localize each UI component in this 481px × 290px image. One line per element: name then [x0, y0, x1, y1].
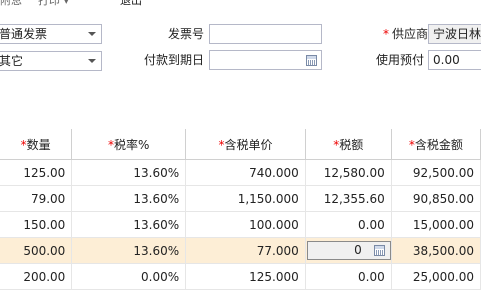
table-row[interactable]: 150.00 13.60% 100.000 0.00 15,000.00 [0, 211, 481, 238]
chevron-down-icon [88, 32, 96, 36]
tax-cell-editor[interactable]: 0 [306, 241, 391, 260]
calendar-icon[interactable] [373, 245, 385, 256]
cell-amount[interactable]: 92,500.00 [391, 159, 481, 186]
cell-price[interactable]: 125.000 [185, 263, 306, 290]
cell-tax[interactable]: 12,580.00 [305, 159, 392, 186]
table-header-row: *数量 *税率% *含税单价 *税额 *含税金额 [0, 129, 481, 160]
cell-qty[interactable]: 500.00 [0, 237, 73, 264]
other-value: 其它 [0, 54, 24, 68]
tax-editor-value: 0 [354, 243, 362, 257]
chevron-down-icon [88, 59, 96, 63]
table-row-selected[interactable]: 500.00 13.60% 77.000 0 38,500.00 [0, 237, 481, 264]
invoice-type-select[interactable]: 普通发票 [0, 24, 102, 44]
cell-price[interactable]: 1,150.000 [185, 185, 306, 212]
column-header-tax[interactable]: *税额 [305, 129, 392, 160]
prepay-label: 使用预付 [376, 53, 425, 67]
supplier-input[interactable]: 宁波日林 [428, 24, 481, 44]
prepay-input[interactable]: 0.00 [428, 50, 481, 70]
cell-tax[interactable]: 0.00 [305, 263, 392, 290]
cell-price[interactable]: 740.000 [185, 159, 306, 186]
column-header-rate[interactable]: *税率% [71, 129, 187, 160]
column-header-price[interactable]: *含税单价 [185, 129, 306, 160]
due-date-label: 付款到期日 [144, 53, 205, 67]
cell-tax-editing[interactable]: 0 [305, 237, 392, 264]
invoice-lines-table: *数量 *税率% *含税单价 *税额 *含税金额 125.00 13.60% 7… [0, 129, 481, 290]
cell-amount[interactable]: 38,500.00 [391, 237, 481, 264]
column-header-qty[interactable]: *数量 [0, 129, 73, 160]
cell-qty[interactable]: 200.00 [0, 263, 73, 290]
column-header-amount[interactable]: *含税金额 [391, 129, 481, 160]
due-date-input[interactable] [209, 50, 322, 70]
cell-qty[interactable]: 79.00 [0, 185, 73, 212]
cell-amount[interactable]: 15,000.00 [391, 211, 481, 238]
supplier-label: * 供应商 [383, 27, 429, 41]
cell-rate[interactable]: 13.60% [71, 159, 187, 186]
invoice-type-value: 普通发票 [0, 27, 48, 41]
cell-rate[interactable]: 0.00% [71, 263, 187, 290]
cell-amount[interactable]: 25,000.00 [391, 263, 481, 290]
cell-price[interactable]: 77.000 [185, 237, 306, 264]
cell-qty[interactable]: 150.00 [0, 211, 73, 238]
cell-rate[interactable]: 13.60% [71, 211, 187, 238]
invoice-no-input[interactable] [209, 24, 322, 44]
calendar-icon[interactable] [306, 55, 317, 66]
cell-price[interactable]: 100.000 [185, 211, 306, 238]
cell-amount[interactable]: 90,850.00 [391, 185, 481, 212]
table-row[interactable]: 79.00 13.60% 1,150.000 12,355.60 90,850.… [0, 185, 481, 212]
invoice-no-label: 发票号 [168, 27, 205, 41]
cell-rate[interactable]: 13.60% [71, 185, 187, 212]
cell-tax[interactable]: 12,355.60 [305, 185, 392, 212]
cell-tax[interactable]: 0.00 [305, 211, 392, 238]
table-row[interactable]: 200.00 0.00% 125.000 0.00 25,000.00 [0, 263, 481, 290]
cell-qty[interactable]: 125.00 [0, 159, 73, 186]
invoice-form: 普通发票 其它 发票号 付款到期日 * 供应商 宁波日林 使用预付 0.00 [0, 0, 481, 120]
table-row[interactable]: 125.00 13.60% 740.000 12,580.00 92,500.0… [0, 159, 481, 186]
other-select[interactable]: 其它 [0, 51, 102, 71]
cell-rate[interactable]: 13.60% [71, 237, 187, 264]
